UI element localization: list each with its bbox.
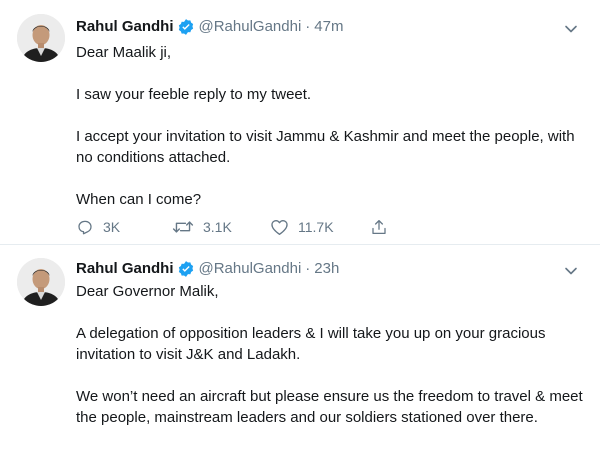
tweet[interactable]: Rahul Gandhi @RahulGandhi · 47m Dear Maa… (0, 0, 600, 244)
tweet-paragraph: We won’t need an aircraft but please ens… (76, 388, 583, 426)
tweet-paragraph: Dear Maalik ji, (76, 44, 172, 61)
verified-badge-icon (177, 260, 195, 278)
tweet-paragraph: A delegation of opposition leaders & I w… (76, 325, 546, 363)
timestamp[interactable]: 47m (314, 17, 343, 37)
separator-dot: · (305, 260, 311, 277)
tweet-feed: Rahul Gandhi @RahulGandhi · 47m Dear Maa… (0, 0, 600, 455)
retweet-button[interactable]: 3.1K (172, 216, 232, 238)
avatar-image (17, 14, 65, 62)
like-icon (271, 219, 288, 235)
tweet-paragraph: I saw your feeble reply to my tweet. (76, 86, 312, 103)
retweet-count: 3.1K (203, 219, 232, 235)
verified-badge-icon (177, 18, 195, 36)
author-handle[interactable]: @RahulGandhi (199, 259, 302, 279)
tweet-header: Rahul Gandhi @RahulGandhi · 47m (76, 16, 343, 38)
author-handle[interactable]: @RahulGandhi (199, 17, 302, 37)
share-icon (372, 219, 386, 235)
avatar-image (17, 258, 65, 306)
chevron-down-icon[interactable] (564, 264, 578, 278)
author-name[interactable]: Rahul Gandhi (76, 17, 174, 37)
reply-icon (78, 220, 92, 235)
tweet-text: Dear Governor Malik, A delegation of opp… (76, 281, 588, 428)
retweet-icon (172, 221, 194, 233)
tweet-paragraph: I accept your invitation to visit Jammu … (76, 128, 575, 166)
reply-button[interactable]: 3K (76, 216, 120, 238)
avatar[interactable] (17, 14, 65, 62)
chevron-down-icon[interactable] (564, 22, 578, 36)
tweet-text: Dear Maalik ji, I saw your feeble reply … (76, 42, 588, 210)
like-button[interactable]: 11.7K (270, 216, 334, 238)
avatar[interactable] (17, 258, 65, 306)
like-count: 11.7K (298, 219, 334, 235)
tweet-paragraph: When can I come? (76, 191, 202, 208)
share-button[interactable] (370, 216, 397, 238)
tweet[interactable]: Rahul Gandhi @RahulGandhi · 23h Dear Gov… (0, 245, 600, 455)
tweet-header: Rahul Gandhi @RahulGandhi · 23h (76, 258, 339, 280)
reply-count: 3K (103, 219, 121, 235)
tweet-actions: 3K 3.1K 11.7K (76, 216, 596, 238)
tweet-paragraph: Dear Governor Malik, (76, 283, 219, 300)
timestamp[interactable]: 23h (314, 259, 339, 279)
author-name[interactable]: Rahul Gandhi (76, 259, 174, 279)
separator-dot: · (305, 18, 311, 35)
